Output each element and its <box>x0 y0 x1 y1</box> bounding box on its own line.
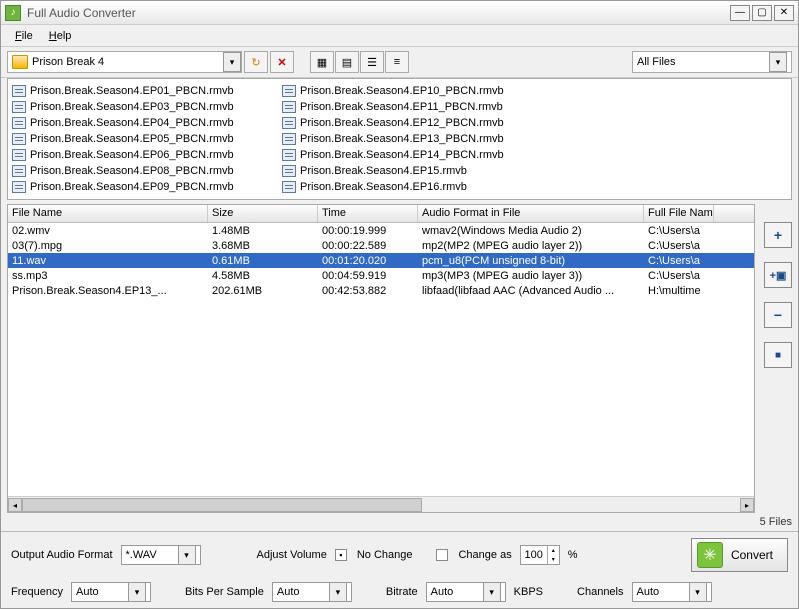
col-format[interactable]: Audio Format in File <box>418 205 644 222</box>
file-list: File Name Size Time Audio Format in File… <box>7 204 755 513</box>
view-small-icons[interactable]: ▤ <box>335 51 359 73</box>
view-buttons: ▦ ▤ ☰ ≡ <box>310 51 409 73</box>
bitrate-label: Bitrate <box>386 586 418 598</box>
chevron-down-icon[interactable]: ▾ <box>178 545 196 565</box>
file-list-area: File Name Size Time Audio Format in File… <box>7 204 792 513</box>
video-file-icon <box>12 165 26 177</box>
path-dropdown[interactable]: ▾ <box>223 52 241 72</box>
video-file-icon <box>282 133 296 145</box>
minimize-button[interactable]: — <box>730 5 750 21</box>
browser-file-item[interactable]: Prison.Break.Season4.EP12_PBCN.rmvb <box>282 115 538 130</box>
titlebar: ♪ Full Audio Converter — ▢ ✕ <box>1 1 798 25</box>
filter-dropdown[interactable]: All Files ▾ <box>632 51 792 73</box>
browser-file-item[interactable]: Prison.Break.Season4.EP15.rmvb <box>282 163 538 178</box>
table-row[interactable]: 02.wmv1.48MB00:00:19.999wmav2(Windows Me… <box>8 223 754 238</box>
scroll-thumb[interactable] <box>22 498 422 512</box>
bottom-panel: Output Audio Format *.WAV ▾ Adjust Volum… <box>1 531 798 608</box>
bits-per-sample-label: Bits Per Sample <box>185 586 264 598</box>
app-window: ♪ Full Audio Converter — ▢ ✕ File Help ▾… <box>0 0 799 609</box>
video-file-icon <box>282 101 296 113</box>
col-size[interactable]: Size <box>208 205 318 222</box>
col-time[interactable]: Time <box>318 205 418 222</box>
add-folder-button[interactable]: +▣ <box>764 262 792 288</box>
browser-file-item[interactable]: Prison.Break.Season4.EP04_PBCN.rmvb <box>12 115 268 130</box>
table-row[interactable]: 03(7).mpg3.68MB00:00:22.589mp2(MP2 (MPEG… <box>8 238 754 253</box>
output-format-label: Output Audio Format <box>11 549 113 561</box>
browser-file-item[interactable]: Prison.Break.Season4.EP06_PBCN.rmvb <box>12 147 268 162</box>
video-file-icon <box>282 149 296 161</box>
browser-file-item[interactable]: Prison.Break.Season4.EP08_PBCN.rmvb <box>12 163 268 178</box>
app-title: Full Audio Converter <box>27 6 728 20</box>
file-browser: Prison.Break.Season4.EP01_PBCN.rmvbPriso… <box>7 78 792 200</box>
video-file-icon <box>282 85 296 97</box>
view-list[interactable]: ☰ <box>360 51 384 73</box>
convert-icon: ✳ <box>697 542 723 568</box>
up-folder-button[interactable]: ↻ <box>244 51 268 73</box>
table-row[interactable]: Prison.Break.Season4.EP13_...202.61MB00:… <box>8 283 754 298</box>
toolbar: ▾ ↻ ✕ ▦ ▤ ☰ ≡ All Files ▾ <box>1 47 798 78</box>
output-format-dropdown[interactable]: *.WAV ▾ <box>121 545 201 565</box>
video-file-icon <box>282 181 296 193</box>
change-as-label: Change as <box>458 549 511 561</box>
video-file-icon <box>12 181 26 193</box>
change-as-checkbox[interactable] <box>436 549 448 561</box>
app-icon: ♪ <box>5 5 21 21</box>
maximize-button[interactable]: ▢ <box>752 5 772 21</box>
channels-dropdown[interactable]: Auto▾ <box>632 582 712 602</box>
bitrate-dropdown[interactable]: Auto▾ <box>426 582 506 602</box>
scroll-left-arrow[interactable]: ◂ <box>8 498 22 512</box>
browser-file-item[interactable]: Prison.Break.Season4.EP05_PBCN.rmvb <box>12 131 268 146</box>
video-file-icon <box>12 101 26 113</box>
list-body[interactable]: 02.wmv1.48MB00:00:19.999wmav2(Windows Me… <box>8 223 754 496</box>
path-box[interactable]: ▾ <box>7 51 242 73</box>
video-file-icon <box>12 149 26 161</box>
add-file-button[interactable]: + <box>764 222 792 248</box>
menubar: File Help <box>1 25 798 47</box>
video-file-icon <box>12 85 26 97</box>
convert-button[interactable]: ✳ Convert <box>691 538 788 572</box>
volume-spinner[interactable]: ▴▾ <box>520 545 560 565</box>
browser-file-item[interactable]: Prison.Break.Season4.EP11_PBCN.rmvb <box>282 99 538 114</box>
help-menu[interactable]: Help <box>41 27 80 45</box>
column-headers: File Name Size Time Audio Format in File… <box>8 205 754 223</box>
table-row[interactable]: ss.mp34.58MB00:04:59.919mp3(MP3 (MPEG au… <box>8 268 754 283</box>
close-button[interactable]: ✕ <box>774 5 794 21</box>
browser-file-item[interactable]: Prison.Break.Season4.EP16.rmvb <box>282 179 538 194</box>
view-large-icons[interactable]: ▦ <box>310 51 334 73</box>
table-row[interactable]: 11.wav0.61MB00:01:20.020pcm_u8(PCM unsig… <box>8 253 754 268</box>
channels-label: Channels <box>577 586 623 598</box>
video-file-icon <box>282 117 296 129</box>
folder-icon <box>12 55 28 69</box>
remove-button[interactable]: − <box>764 302 792 328</box>
scroll-right-arrow[interactable]: ▸ <box>740 498 754 512</box>
video-file-icon <box>12 133 26 145</box>
frequency-label: Frequency <box>11 586 63 598</box>
filter-value: All Files <box>637 56 769 68</box>
bits-per-sample-dropdown[interactable]: Auto▾ <box>272 582 352 602</box>
browser-file-item[interactable]: Prison.Break.Season4.EP03_PBCN.rmvb <box>12 99 268 114</box>
side-buttons: + +▣ − ■ <box>757 204 792 513</box>
adjust-volume-label: Adjust Volume <box>257 549 327 561</box>
view-details[interactable]: ≡ <box>385 51 409 73</box>
col-fullpath[interactable]: Full File Name <box>644 205 714 222</box>
browser-file-item[interactable]: Prison.Break.Season4.EP09_PBCN.rmvb <box>12 179 268 194</box>
file-menu[interactable]: File <box>7 27 41 45</box>
clear-button[interactable]: ■ <box>764 342 792 368</box>
browser-file-item[interactable]: Prison.Break.Season4.EP10_PBCN.rmvb <box>282 83 538 98</box>
col-filename[interactable]: File Name <box>8 205 208 222</box>
delete-button[interactable]: ✕ <box>270 51 294 73</box>
filter-arrow[interactable]: ▾ <box>769 52 787 72</box>
no-change-radio[interactable]: ▪ <box>335 549 347 561</box>
horizontal-scrollbar[interactable]: ◂ ▸ <box>8 496 754 512</box>
browser-file-item[interactable]: Prison.Break.Season4.EP14_PBCN.rmvb <box>282 147 538 162</box>
path-input[interactable] <box>32 56 223 68</box>
browser-file-item[interactable]: Prison.Break.Season4.EP13_PBCN.rmvb <box>282 131 538 146</box>
no-change-label: No Change <box>357 549 413 561</box>
file-count: 5 Files <box>1 513 798 531</box>
frequency-dropdown[interactable]: Auto▾ <box>71 582 151 602</box>
video-file-icon <box>282 165 296 177</box>
browser-file-item[interactable]: Prison.Break.Season4.EP01_PBCN.rmvb <box>12 83 268 98</box>
video-file-icon <box>12 117 26 129</box>
